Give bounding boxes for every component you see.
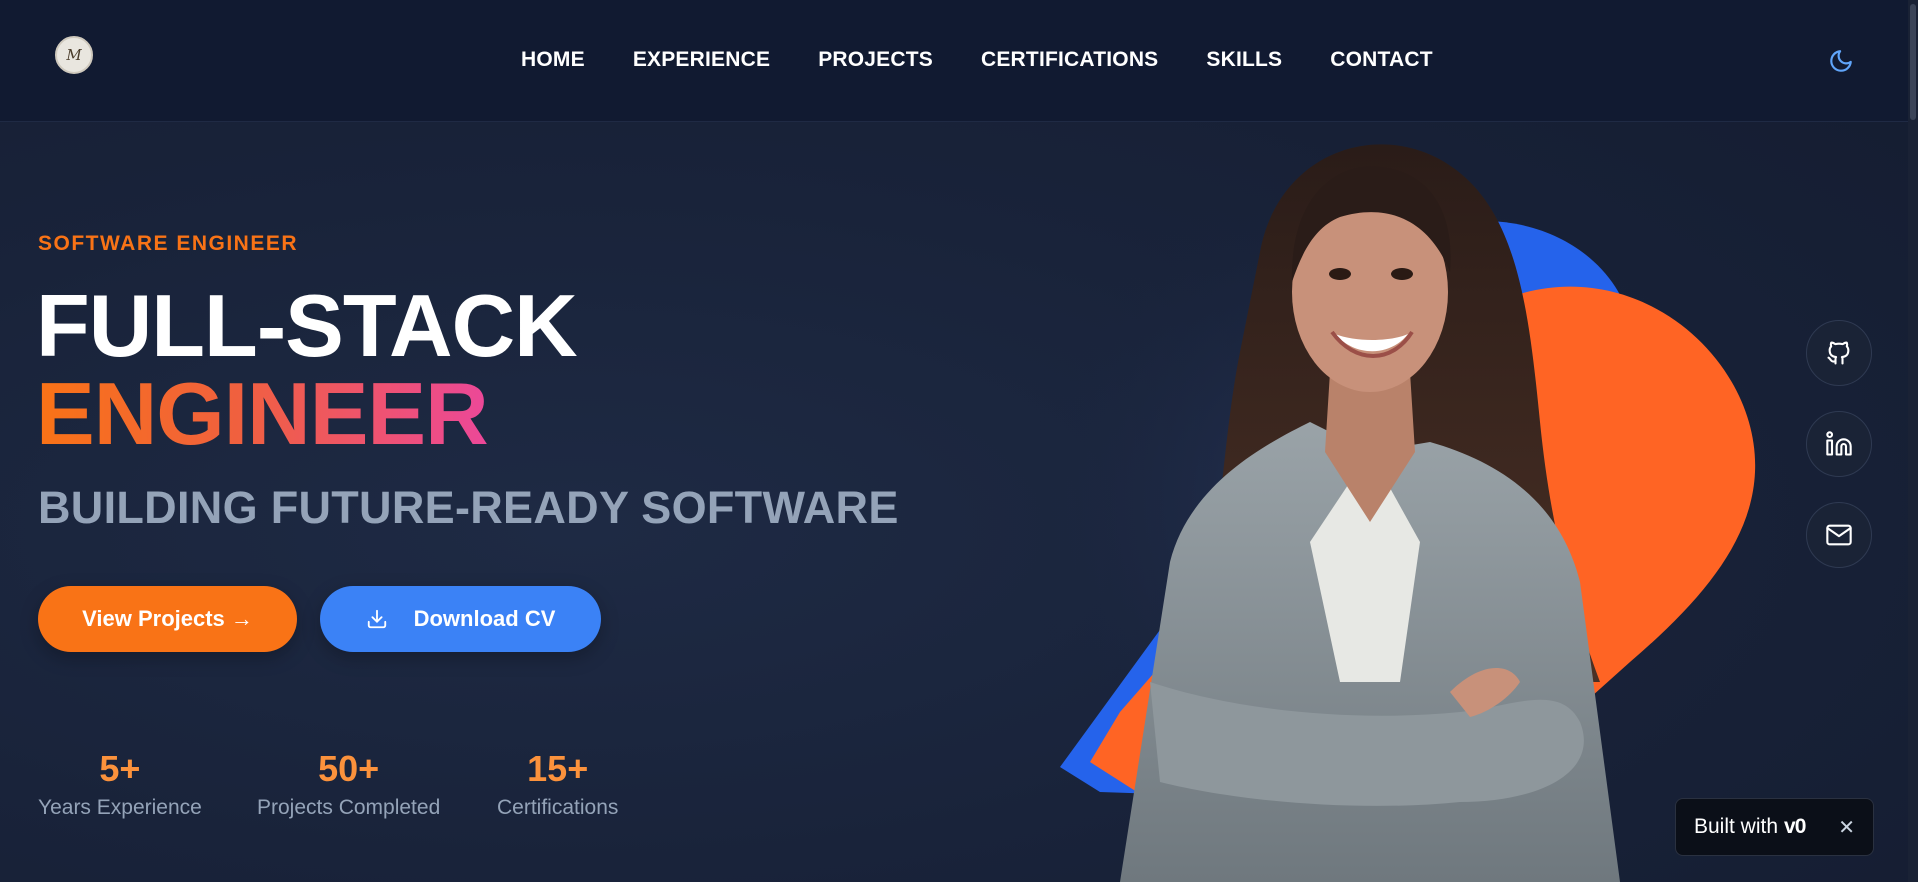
nav-item-skills[interactable]: SKILLS (1206, 48, 1282, 72)
hero-eyebrow: SOFTWARE ENGINEER (38, 232, 299, 255)
download-cv-button[interactable]: Download CV (320, 586, 601, 652)
nav-item-certifications[interactable]: CERTIFICATIONS (981, 48, 1158, 72)
hero-headline-line2: ENGINEER (36, 364, 489, 463)
view-projects-button[interactable]: View Projects → (38, 586, 297, 652)
download-cv-label: Download CV (413, 606, 556, 631)
hero-tagline: BUILDING FUTURE-READY SOFTWARE (38, 482, 899, 533)
stat-value: 50+ (318, 748, 380, 789)
page-scrollbar[interactable] (1908, 0, 1918, 882)
linkedin-icon (1826, 431, 1852, 456)
hero-portrait-illustration (1040, 144, 1756, 882)
stat-years: 5+ Years Experience (38, 748, 202, 820)
nav-item-experience[interactable]: EXPERIENCE (633, 48, 770, 72)
site-logo[interactable]: M (55, 36, 93, 74)
linkedin-link[interactable] (1806, 411, 1872, 477)
github-link[interactable] (1806, 320, 1872, 386)
email-link[interactable] (1806, 502, 1872, 568)
mail-icon (1826, 524, 1852, 546)
theme-toggle-button[interactable] (1828, 48, 1854, 74)
scrollbar-thumb[interactable] (1910, 4, 1916, 120)
stat-value: 5+ (99, 748, 141, 789)
top-navigation: M HOME EXPERIENCE PROJECTS CERTIFICATION… (0, 0, 1908, 122)
github-icon (1827, 341, 1850, 365)
logo-monogram: M (66, 46, 82, 64)
built-with-badge[interactable]: Built with v0 ✕ (1675, 798, 1874, 856)
v0-logo-mark: v0 (1784, 815, 1806, 838)
stat-projects: 50+ Projects Completed (257, 748, 440, 820)
hero-headline-line1: FULL-STACK (36, 276, 578, 375)
built-with-text: Built with (1694, 815, 1779, 838)
stat-label: Years Experience (38, 796, 202, 819)
download-icon (367, 609, 386, 629)
stat-value: 15+ (527, 748, 589, 789)
nav-menu: HOME EXPERIENCE PROJECTS CERTIFICATIONS … (521, 48, 1481, 72)
view-projects-label: View Projects → (82, 606, 253, 631)
stat-certifications: 15+ Certifications (497, 748, 618, 820)
nav-item-contact[interactable]: CONTACT (1330, 48, 1433, 72)
nav-item-home[interactable]: HOME (521, 48, 585, 72)
stat-label: Projects Completed (257, 796, 441, 819)
moon-icon (1830, 50, 1852, 72)
close-icon[interactable]: ✕ (1838, 815, 1855, 840)
portrait-eye-right (1391, 268, 1413, 280)
portrait-eye-left (1329, 268, 1351, 280)
stat-label: Certifications (497, 796, 619, 819)
nav-item-projects[interactable]: PROJECTS (818, 48, 933, 72)
